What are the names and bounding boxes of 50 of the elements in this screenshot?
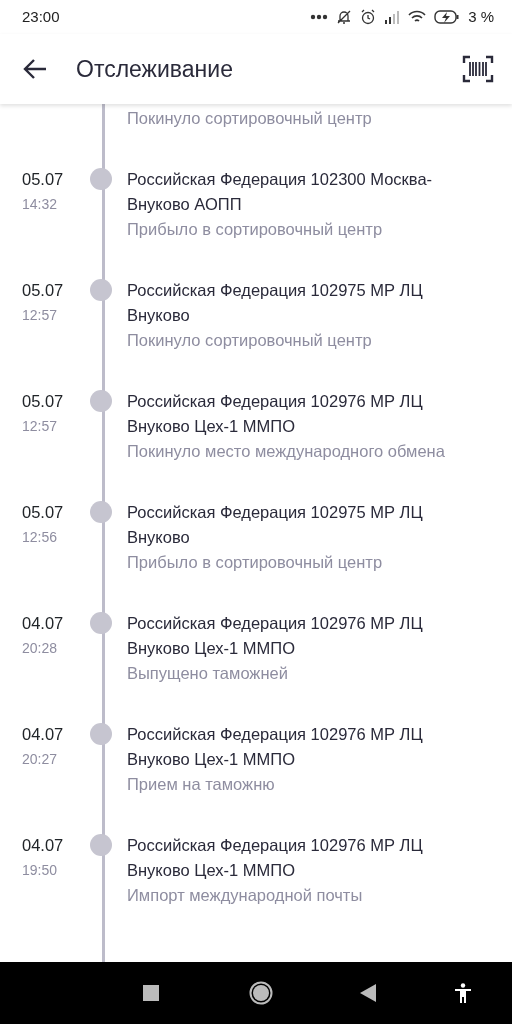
event-date: 05.07 [22,391,65,412]
more-icon [310,14,329,20]
muted-bell-icon [336,9,353,25]
signal-icon [384,10,401,24]
event-status: Прием на таможню [127,774,276,795]
timeline-dot [90,834,112,856]
timeline-dot [90,501,112,523]
event-location: Российская Федерация 102976 МР ЛЦ Внуково Цех-1 ММПО [127,835,424,881]
timeline-dot [90,612,112,634]
event-location: Российская Федерация 102975 МР ЛЦ Внуково [127,502,424,548]
event-time: 12:57 [22,417,59,436]
event-time: 20:28 [22,639,59,658]
event-status: Прибыло в сортировочный центр [127,552,384,573]
battery-charging-icon [434,10,461,24]
event-date: 04.07 [22,724,65,745]
event-location: Российская Федерация 102300 Москва-Внуково АОПП [127,169,434,215]
timeline-dot [90,390,112,412]
event-status: Выпущено таможней [127,663,289,684]
timeline-dot [90,723,112,745]
event-time: 20:27 [22,750,59,769]
wifi-icon [408,10,427,24]
back-icon[interactable] [360,984,376,1002]
home-icon[interactable] [249,981,273,1005]
event-status: Покинуло место международного обмена [127,441,446,462]
alarm-icon [360,9,377,25]
event-date: 04.07 [22,613,65,634]
event-status: Импорт международной почты [127,885,364,906]
timeline-dot [90,168,112,190]
screen-title: Отслеживание [76,54,233,84]
battery-percent: 3 % [468,6,494,27]
event-time: 12:57 [22,306,59,325]
timeline-dot [90,279,112,301]
event-time: 19:50 [22,861,59,880]
barcode-scan-icon[interactable] [462,55,494,83]
event-status: Покинуло сортировочный центр [127,108,373,129]
event-status: Покинуло сортировочный центр [127,330,373,351]
event-date: 05.07 [22,169,65,190]
clock: 23:00 [22,6,60,27]
event-location: Российская Федерация 102975 МР ЛЦ Внуково [127,280,424,326]
event-status: Прибыло в сортировочный центр [127,219,384,240]
event-location: Российская Федерация 102976 МР ЛЦ Внуково Цех-1 ММПО [127,613,424,659]
back-arrow-icon[interactable] [22,58,48,80]
accessibility-icon[interactable] [454,983,472,1003]
event-time: 14:32 [22,195,59,214]
event-location: Российская Федерация 102976 МР ЛЦ Внуково Цех-1 ММПО [127,724,424,770]
event-location: Российская Федерация 102976 МР ЛЦ Внуково Цех-1 ММПО [127,391,424,437]
event-date: 05.07 [22,280,65,301]
event-date: 04.07 [22,835,65,856]
event-time: 12:56 [22,528,59,547]
event-date: 05.07 [22,502,65,523]
